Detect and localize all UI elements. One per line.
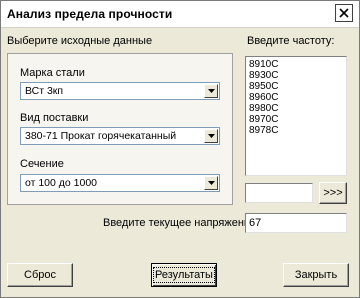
chevron-down-icon xyxy=(207,134,215,138)
title-bar[interactable]: Анализ предела прочности xyxy=(1,1,359,28)
list-item[interactable]: 8930С xyxy=(249,70,346,81)
delivery-type-dropdown-button[interactable] xyxy=(204,129,218,143)
left-section-heading: Выберите исходные данные xyxy=(7,35,153,47)
window-title: Анализ предела прочности xyxy=(7,7,173,21)
close-button[interactable]: Закрыть xyxy=(283,263,349,287)
frequency-input[interactable] xyxy=(245,183,313,203)
results-button[interactable]: Результаты xyxy=(151,263,217,287)
list-item[interactable]: 8980С xyxy=(249,103,346,114)
close-icon xyxy=(339,8,349,18)
list-item[interactable]: 8960С xyxy=(249,92,346,103)
current-stress-input[interactable]: 67 xyxy=(245,213,347,233)
close-button-label: Закрыть xyxy=(294,269,338,281)
add-frequency-button-label: >>> xyxy=(323,187,343,199)
chevron-down-icon xyxy=(207,89,215,93)
steel-grade-select[interactable]: ВСт 3кп xyxy=(20,82,220,100)
frequency-label: Введите частоту: xyxy=(247,35,335,47)
results-button-label: Результаты xyxy=(153,267,215,283)
list-item[interactable]: 8970С xyxy=(249,114,346,125)
input-data-frame: Марка стали ВСт 3кп Вид поставки 380-71 … xyxy=(7,53,233,205)
delivery-type-select[interactable]: 380-71 Прокат горячекатанный xyxy=(20,127,220,145)
section-value: от 100 до 1000 xyxy=(25,177,98,189)
steel-grade-label: Марка стали xyxy=(20,67,85,79)
add-frequency-button[interactable]: >>> xyxy=(319,182,347,204)
dialog-window: Анализ предела прочности Выберите исходн… xyxy=(0,0,360,298)
close-window-button[interactable] xyxy=(335,4,353,22)
list-item[interactable]: 8978С xyxy=(249,125,346,136)
frequency-list[interactable]: 8910С 8930С 8950С 8960С 8980С 8970С 8978… xyxy=(245,56,347,176)
section-dropdown-button[interactable] xyxy=(204,176,218,190)
list-item[interactable]: 8910С xyxy=(249,59,346,70)
current-stress-label: Введите текущее напряжение: xyxy=(103,217,260,229)
list-item[interactable]: 8950С xyxy=(249,81,346,92)
steel-grade-dropdown-button[interactable] xyxy=(204,84,218,98)
reset-button[interactable]: Сброс xyxy=(7,263,73,287)
section-label: Сечение xyxy=(20,158,64,170)
section-select[interactable]: от 100 до 1000 xyxy=(20,174,220,192)
delivery-type-value: 380-71 Прокат горячекатанный xyxy=(25,130,177,142)
chevron-down-icon xyxy=(207,181,215,185)
steel-grade-value: ВСт 3кп xyxy=(25,85,64,97)
delivery-type-label: Вид поставки xyxy=(20,112,89,124)
reset-button-label: Сброс xyxy=(24,269,56,281)
